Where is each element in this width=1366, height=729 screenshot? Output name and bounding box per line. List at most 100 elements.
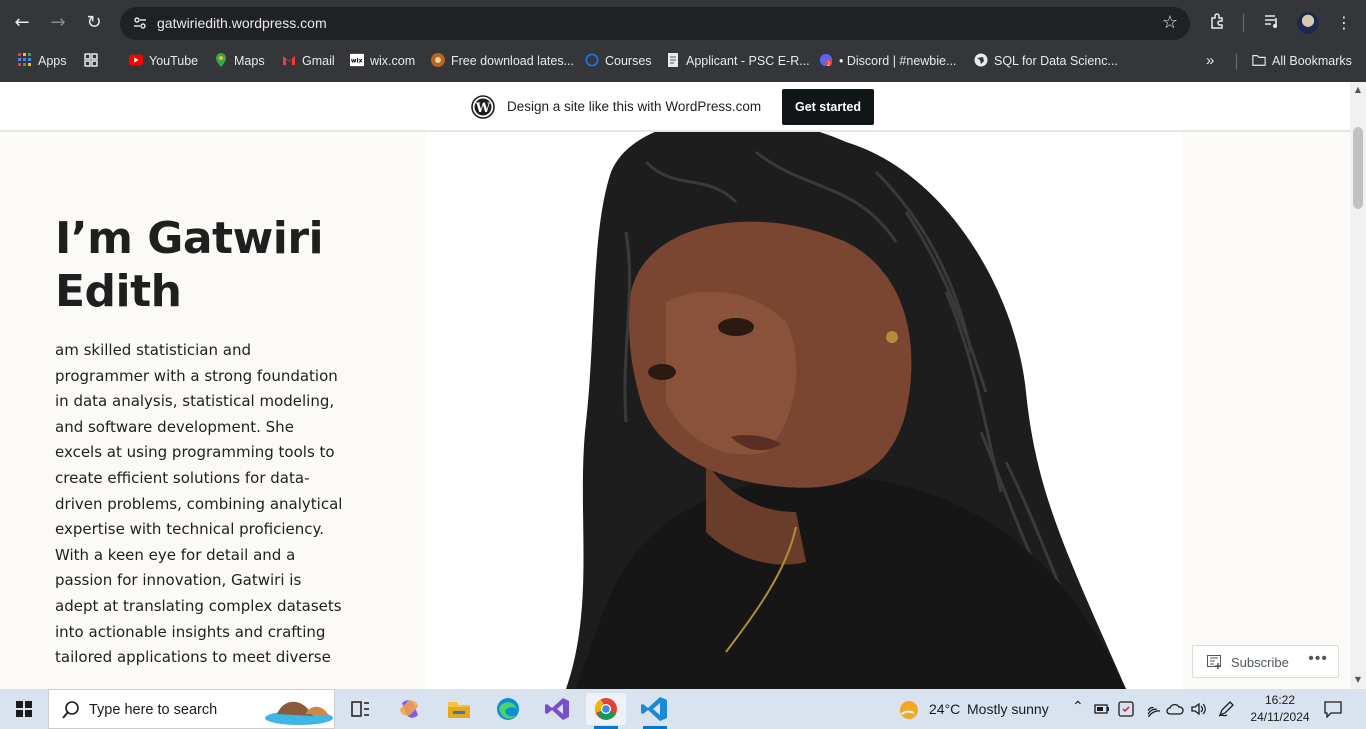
all-bookmarks-label: All Bookmarks xyxy=(1272,54,1352,68)
portrait-image xyxy=(566,132,1126,689)
media-controls-icon[interactable] xyxy=(1261,12,1283,34)
weather-description[interactable]: Mostly sunny xyxy=(967,701,1049,717)
bookmark-label: Gmail xyxy=(302,54,335,68)
bookmark-sql-data-science[interactable]: SQL for Data Scienc... xyxy=(974,53,1118,71)
globe-icon xyxy=(974,53,988,67)
subscribe-widget[interactable]: Subscribe ••• xyxy=(1192,645,1339,678)
get-started-button[interactable]: Get started xyxy=(782,89,874,125)
bookmark-label: Maps xyxy=(234,54,265,68)
right-margin xyxy=(1182,132,1350,689)
copilot-icon[interactable] xyxy=(390,693,430,725)
document-icon xyxy=(668,53,678,67)
weather-sun-icon[interactable] xyxy=(898,699,920,721)
bookmark-label: Apps xyxy=(38,54,67,68)
volume-icon[interactable] xyxy=(1190,701,1208,717)
bookmark-courses[interactable]: Courses xyxy=(585,53,652,71)
download-site-icon xyxy=(431,53,445,67)
bookmark-label: YouTube xyxy=(149,54,199,68)
vscode-icon[interactable] xyxy=(635,693,675,729)
wordpress-logo-icon[interactable]: W xyxy=(471,95,495,119)
url-text[interactable]: gatwiriedith.wordpress.com xyxy=(157,15,327,31)
bookmark-label: wix.com xyxy=(370,54,416,68)
taskbar-search-box[interactable]: Type here to search xyxy=(48,689,335,729)
more-bookmarks-icon[interactable]: » xyxy=(1206,53,1214,71)
search-icon xyxy=(62,701,79,719)
page-title: I’m Gatwiri Edith xyxy=(55,213,324,317)
wix-icon: wix xyxy=(350,53,364,67)
search-placeholder: Type here to search xyxy=(89,702,218,718)
extensions-icon[interactable] xyxy=(1207,12,1229,34)
search-highlight-illustration-icon xyxy=(265,701,333,725)
chrome-browser-icon[interactable] xyxy=(586,693,626,729)
forward-icon[interactable]: → xyxy=(46,11,70,35)
scroll-up-icon[interactable]: ▲ xyxy=(1353,85,1363,95)
bookmark-free-download[interactable]: Free download lates... xyxy=(431,53,574,71)
toolbar-divider xyxy=(1243,14,1244,32)
bookmark-label: • Discord | #newbie... xyxy=(839,54,957,68)
taskbar-clock[interactable]: 16:22 24/11/2024 xyxy=(1240,692,1320,726)
file-explorer-icon[interactable] xyxy=(439,693,479,725)
bookmarks-divider xyxy=(1236,54,1237,70)
browser-toolbar: ← → ↻ gatwiriedith.wordpress.com ☆ ⋮ xyxy=(0,0,1366,46)
show-hidden-icons-icon[interactable]: ⌃ xyxy=(1072,698,1084,715)
bookmark-discord[interactable]: 2 • Discord | #newbie... xyxy=(819,53,956,71)
subscribe-button[interactable]: Subscribe xyxy=(1231,655,1289,670)
task-view-icon[interactable] xyxy=(340,693,380,725)
notifications-icon[interactable] xyxy=(1323,700,1343,718)
address-bar[interactable]: gatwiriedith.wordpress.com ☆ xyxy=(120,7,1190,40)
reload-icon[interactable]: ↻ xyxy=(82,11,106,35)
profile-photo xyxy=(426,132,1182,689)
battery-icon[interactable] xyxy=(1094,702,1110,716)
bookmark-tab-grid[interactable] xyxy=(84,53,104,71)
svg-text:W: W xyxy=(475,101,491,116)
bookmark-label: Free download lates... xyxy=(451,54,574,68)
browser-menu-icon[interactable]: ⋮ xyxy=(1333,12,1355,34)
wifi-icon[interactable] xyxy=(1143,701,1161,717)
tab-grid-icon xyxy=(84,53,98,67)
discord-icon: 2 xyxy=(819,53,833,67)
folder-icon xyxy=(1252,55,1266,66)
edge-browser-icon[interactable] xyxy=(488,693,528,725)
clock-date: 24/11/2024 xyxy=(1250,710,1310,724)
bookmark-youtube[interactable]: YouTube xyxy=(129,53,198,71)
svg-text:2: 2 xyxy=(827,61,830,67)
security-shield-icon[interactable] xyxy=(1118,701,1134,717)
bio-paragraph: am skilled statistician and programmer w… xyxy=(55,341,343,667)
bookmark-label: Courses xyxy=(605,54,652,68)
svg-text:wix: wix xyxy=(351,58,363,65)
maps-icon xyxy=(216,53,226,67)
scroll-down-icon[interactable]: ▼ xyxy=(1353,675,1363,685)
onedrive-cloud-icon[interactable] xyxy=(1166,702,1184,716)
bookmarks-bar: Apps YouTube Maps Gmail wix wix.com Free … xyxy=(0,46,1366,76)
scrollbar-thumb[interactable] xyxy=(1353,127,1363,209)
browser-chrome: ← → ↻ gatwiriedith.wordpress.com ☆ ⋮ App… xyxy=(0,0,1366,82)
bookmark-gmail[interactable]: Gmail xyxy=(282,53,335,71)
bookmark-star-icon[interactable]: ☆ xyxy=(1162,12,1178,33)
back-icon[interactable]: ← xyxy=(10,11,34,35)
visual-studio-icon[interactable] xyxy=(537,693,577,725)
bookmark-wix[interactable]: wix wix.com xyxy=(350,53,415,71)
more-options-icon[interactable]: ••• xyxy=(1308,650,1328,668)
windows-taskbar: Type here to search 24°C Mostly sunny ⌃ … xyxy=(0,689,1366,729)
start-button[interactable] xyxy=(0,689,48,729)
gmail-icon xyxy=(283,56,295,65)
bookmark-applicant-psc[interactable]: Applicant - PSC E-R... xyxy=(666,53,810,71)
subscribe-reader-icon xyxy=(1207,655,1221,669)
all-bookmarks-button[interactable]: All Bookmarks xyxy=(1252,53,1352,71)
youtube-icon xyxy=(129,54,143,66)
courses-icon xyxy=(585,53,599,67)
bookmark-maps[interactable]: Maps xyxy=(214,53,265,71)
profile-avatar[interactable] xyxy=(1297,12,1319,34)
site-info-icon[interactable] xyxy=(132,15,148,31)
bookmark-apps[interactable]: Apps xyxy=(18,53,67,71)
pen-workspace-icon[interactable] xyxy=(1217,700,1235,718)
wordpress-promo-text: Design a site like this with WordPress.c… xyxy=(507,99,762,114)
page-content: I’m Gatwiri Edith am skilled statisticia… xyxy=(0,132,1350,689)
bookmark-label: SQL for Data Scienc... xyxy=(994,54,1118,68)
clock-time: 16:22 xyxy=(1264,693,1296,707)
wordpress-promo-banner: W Design a site like this with WordPress… xyxy=(0,82,1350,132)
windows-logo-icon xyxy=(16,701,32,717)
page-scrollbar[interactable]: ▲ ▼ xyxy=(1350,82,1366,689)
weather-temperature[interactable]: 24°C xyxy=(929,701,960,717)
apps-grid-icon xyxy=(18,53,31,66)
